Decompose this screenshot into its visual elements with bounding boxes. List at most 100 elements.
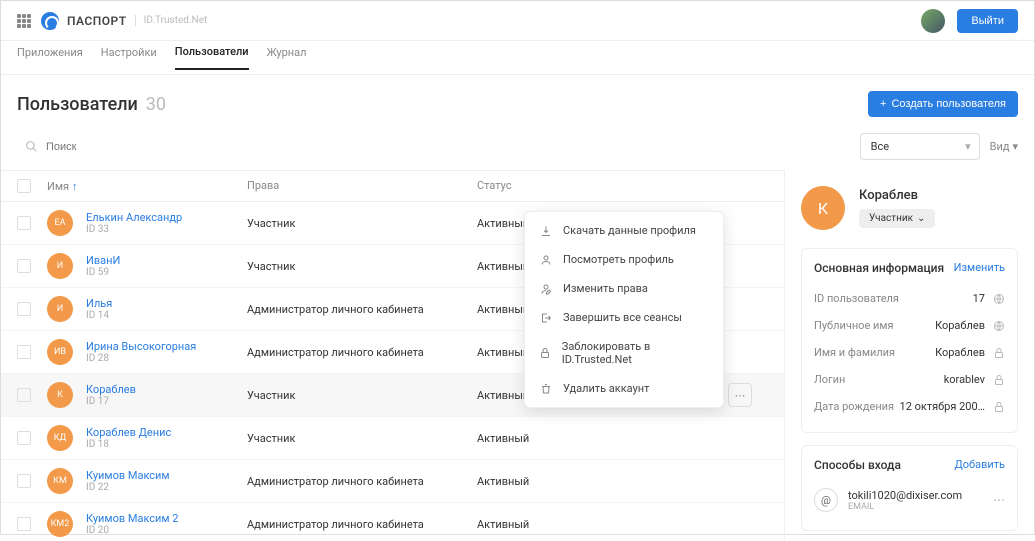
login-methods-title: Способы входа bbox=[814, 458, 901, 472]
user-rights: Участник bbox=[247, 389, 477, 402]
filter-select[interactable]: Все bbox=[860, 133, 980, 160]
user-id: ID 20 bbox=[86, 525, 178, 536]
info-row: Дата рождения12 октября 200… bbox=[814, 393, 1005, 420]
content: Имя ↑ Права Статус ЕА Елькин Александр I… bbox=[1, 170, 1034, 541]
user-rights: Участник bbox=[247, 432, 477, 445]
user-id: ID 59 bbox=[86, 267, 120, 278]
user-rights: Администратор личного кабинета bbox=[247, 518, 477, 531]
dropdown-item-logout[interactable]: Завершить все сеансы bbox=[525, 303, 723, 332]
dropdown-item-lock[interactable]: Заблокировать в ID.Trusted.Net bbox=[525, 332, 723, 374]
page-title: Пользователи bbox=[17, 94, 138, 115]
edit-icon bbox=[539, 283, 553, 295]
user-name-link[interactable]: Елькин Александр bbox=[86, 211, 182, 224]
info-value: Кораблев bbox=[935, 319, 985, 332]
info-value: korablev bbox=[944, 373, 985, 386]
tab-1[interactable]: Настройки bbox=[101, 46, 157, 69]
tab-2[interactable]: Пользователи bbox=[175, 45, 249, 70]
tab-3[interactable]: Журнал bbox=[267, 46, 307, 69]
login-type: EMAIL bbox=[848, 502, 983, 512]
nav-tabs: Приложения Настройки Пользователи Журнал bbox=[1, 41, 1034, 75]
user-status: Активный bbox=[477, 518, 728, 531]
dropdown-item-edit[interactable]: Изменить права bbox=[525, 274, 723, 303]
profile-header: К Кораблев Участник ⌄ bbox=[801, 186, 1018, 230]
user-id: ID 14 bbox=[86, 310, 112, 321]
header: ПАСПОРТ ID.Trusted.Net Выйти bbox=[1, 1, 1034, 41]
apps-grid-icon[interactable] bbox=[17, 14, 31, 28]
edit-info-link[interactable]: Изменить bbox=[954, 261, 1005, 275]
col-name-header[interactable]: Имя ↑ bbox=[47, 179, 247, 193]
brand-name: ПАСПОРТ bbox=[67, 14, 127, 28]
row-checkbox[interactable] bbox=[17, 345, 31, 359]
col-rights-header[interactable]: Права bbox=[247, 179, 477, 193]
user-id: ID 18 bbox=[86, 439, 171, 450]
create-user-button[interactable]: + Создать пользователя bbox=[868, 91, 1018, 117]
add-login-link[interactable]: Добавить bbox=[954, 458, 1005, 472]
dropdown-item-user[interactable]: Посмотреть профиль bbox=[525, 245, 723, 274]
info-value: 12 октября 200… bbox=[900, 400, 985, 413]
trash-icon bbox=[539, 383, 553, 395]
row-checkbox[interactable] bbox=[17, 216, 31, 230]
info-row: Публичное имяКораблев bbox=[814, 312, 1005, 339]
user-name-link[interactable]: Куимов Максим 2 bbox=[86, 512, 178, 525]
user-name-link[interactable]: ИванИ bbox=[86, 254, 120, 267]
user-avatar-badge: К bbox=[47, 382, 73, 408]
table-row[interactable]: КМ2 Куимов Максим 2 ID 20 Администратор … bbox=[1, 503, 784, 541]
user-avatar-badge: ИВ bbox=[47, 339, 73, 365]
profile-avatar: К bbox=[801, 186, 845, 230]
search-icon bbox=[25, 140, 38, 153]
user-avatar-badge: КД bbox=[47, 425, 73, 451]
user-avatar-badge: И bbox=[47, 253, 73, 279]
chevron-down-icon: ▾ bbox=[1012, 140, 1018, 153]
user-rights: Участник bbox=[247, 260, 477, 273]
view-toggle[interactable]: Вид ▾ bbox=[990, 140, 1018, 153]
logout-button[interactable]: Выйти bbox=[957, 9, 1018, 33]
plus-icon: + bbox=[880, 98, 886, 110]
tab-0[interactable]: Приложения bbox=[17, 46, 83, 69]
info-label: Публичное имя bbox=[814, 319, 935, 332]
info-label: Имя и фамилия bbox=[814, 346, 935, 359]
lock-icon bbox=[993, 374, 1005, 386]
col-status-header[interactable]: Статус bbox=[477, 179, 728, 193]
login-method-row: @tokili1020@dixiser.comEMAIL⋯ bbox=[814, 482, 1005, 518]
user-id: ID 17 bbox=[86, 396, 136, 407]
globe-icon bbox=[993, 293, 1005, 305]
lock-icon bbox=[539, 347, 552, 359]
row-checkbox[interactable] bbox=[17, 474, 31, 488]
create-user-label: Создать пользователя bbox=[891, 98, 1006, 110]
profile-name: Кораблев bbox=[859, 188, 935, 203]
row-checkbox[interactable] bbox=[17, 517, 31, 531]
user-count: 30 bbox=[146, 94, 166, 115]
search-input[interactable] bbox=[46, 141, 246, 153]
user-rights: Участник bbox=[247, 217, 477, 230]
user-table: Имя ↑ Права Статус ЕА Елькин Александр I… bbox=[1, 170, 784, 541]
row-checkbox[interactable] bbox=[17, 388, 31, 402]
download-icon bbox=[539, 225, 553, 237]
user-icon bbox=[539, 254, 553, 266]
user-avatar[interactable] bbox=[921, 9, 945, 33]
info-label: Логин bbox=[814, 373, 944, 386]
info-row: ID пользователя17 bbox=[814, 285, 1005, 312]
table-row[interactable]: КМ Куимов Максим ID 22 Администратор лич… bbox=[1, 460, 784, 503]
user-avatar-badge: И bbox=[47, 296, 73, 322]
row-checkbox[interactable] bbox=[17, 302, 31, 316]
table-row[interactable]: КД Кораблев Денис ID 18 Участник Активны… bbox=[1, 417, 784, 460]
row-checkbox[interactable] bbox=[17, 259, 31, 273]
dropdown-item-download[interactable]: Скачать данные профиля bbox=[525, 216, 723, 245]
user-name-link[interactable]: Илья bbox=[86, 297, 112, 310]
info-row: Логинkorablev bbox=[814, 366, 1005, 393]
more-icon[interactable]: ⋯ bbox=[993, 493, 1005, 507]
login-methods-card: Способы входа Добавить @tokili1020@dixis… bbox=[801, 445, 1018, 531]
user-name-link[interactable]: Кораблев bbox=[86, 383, 136, 396]
filter-row: Все Вид ▾ bbox=[1, 133, 1034, 170]
select-all-checkbox[interactable] bbox=[17, 179, 31, 193]
user-name-link[interactable]: Ирина Высокогорная bbox=[86, 340, 196, 353]
row-checkbox[interactable] bbox=[17, 431, 31, 445]
dropdown-item-trash[interactable]: Удалить аккаунт bbox=[525, 374, 723, 403]
user-rights: Администратор личного кабинета bbox=[247, 475, 477, 488]
role-pill[interactable]: Участник ⌄ bbox=[859, 209, 935, 228]
logo-icon bbox=[41, 12, 59, 30]
user-name-link[interactable]: Кораблев Денис bbox=[86, 426, 171, 439]
more-button[interactable]: ⋯ bbox=[728, 383, 752, 407]
chevron-down-icon: ⌄ bbox=[917, 213, 925, 224]
user-name-link[interactable]: Куимов Максим bbox=[86, 469, 170, 482]
